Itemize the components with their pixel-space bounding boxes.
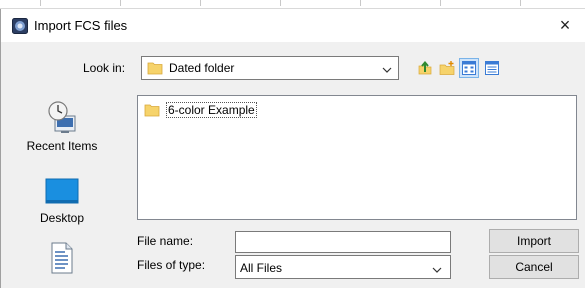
ruler-tick	[520, 0, 521, 6]
look-in-label: Look in:	[83, 61, 126, 75]
file-name-label: File name:	[137, 234, 194, 248]
documents-icon	[51, 242, 73, 274]
sidebar-item-desktop[interactable]: Desktop	[1, 178, 123, 225]
ruler-tick	[40, 0, 41, 6]
files-of-type-label: Files of type:	[137, 258, 206, 272]
file-name-input[interactable]	[235, 231, 451, 253]
window-title: Import FCS files	[34, 18, 128, 33]
import-button[interactable]: Import	[489, 229, 579, 253]
details-view-icon	[485, 61, 499, 75]
sidebar-item-label: Recent Items	[26, 139, 98, 153]
up-one-level-button[interactable]	[415, 58, 435, 78]
look-in-dropdown[interactable]: Dated folder	[141, 56, 399, 80]
close-button[interactable]: ×	[551, 12, 579, 38]
ruler-tick	[200, 0, 201, 6]
folder-icon	[144, 104, 160, 117]
files-of-type-value: All Files	[240, 261, 283, 275]
ruler-tick	[360, 0, 361, 6]
list-view-button[interactable]	[459, 58, 479, 78]
list-view-icon	[462, 61, 476, 75]
chevron-down-icon	[382, 63, 392, 77]
app-logo-icon	[12, 18, 28, 34]
sidebar-item-documents[interactable]	[1, 242, 123, 277]
folder-icon	[147, 60, 163, 79]
create-new-folder-icon	[439, 61, 455, 75]
chevron-down-icon	[432, 263, 442, 277]
desktop-icon	[45, 178, 79, 204]
sidebar-item-label: Desktop	[39, 211, 85, 225]
list-item[interactable]: 6-color Example	[144, 101, 257, 119]
import-dialog: Import FCS files × Look in: Dated folder	[0, 9, 585, 288]
new-folder-button[interactable]	[437, 58, 457, 78]
files-of-type-dropdown[interactable]: All Files	[235, 255, 451, 279]
look-in-value: Dated folder	[169, 61, 235, 75]
title-bar[interactable]: Import FCS files ×	[1, 9, 585, 42]
list-item-label: 6-color Example	[166, 102, 257, 118]
close-icon: ×	[559, 14, 571, 35]
up-one-level-icon	[418, 60, 432, 75]
details-view-button[interactable]	[482, 58, 502, 78]
recent-items-icon	[48, 101, 76, 133]
ruler-tick	[280, 0, 281, 6]
file-list[interactable]: 6-color Example	[137, 95, 577, 220]
ruler-tick	[120, 0, 121, 6]
sidebar-item-recent-items[interactable]: Recent Items	[1, 100, 123, 153]
cancel-button[interactable]: Cancel	[489, 255, 579, 279]
background-ruler	[0, 0, 585, 9]
ruler-tick	[440, 0, 441, 6]
